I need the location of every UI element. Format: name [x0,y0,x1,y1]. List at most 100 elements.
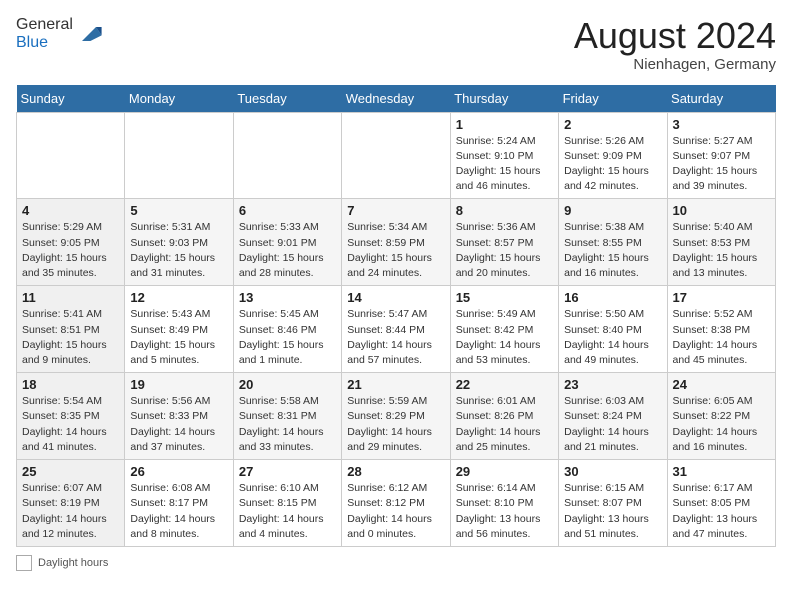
day-info: Sunrise: 6:05 AM Sunset: 8:22 PM Dayligh… [673,394,770,455]
day-info: Sunrise: 5:36 AM Sunset: 8:57 PM Dayligh… [456,220,553,281]
calendar-cell: 26Sunrise: 6:08 AM Sunset: 8:17 PM Dayli… [125,460,233,547]
day-number: 31 [673,464,770,479]
logo-general: General [16,16,73,33]
day-number: 25 [22,464,119,479]
day-number: 10 [673,203,770,218]
day-info: Sunrise: 5:43 AM Sunset: 8:49 PM Dayligh… [130,307,227,368]
calendar-cell [17,112,125,199]
day-of-week-header: Sunday [17,85,125,113]
day-number: 7 [347,203,444,218]
day-number: 27 [239,464,336,479]
legend-label: Daylight hours [38,557,108,569]
calendar-cell: 28Sunrise: 6:12 AM Sunset: 8:12 PM Dayli… [342,460,450,547]
calendar-cell: 8Sunrise: 5:36 AM Sunset: 8:57 PM Daylig… [450,199,558,286]
day-info: Sunrise: 5:33 AM Sunset: 9:01 PM Dayligh… [239,220,336,281]
day-info: Sunrise: 6:03 AM Sunset: 8:24 PM Dayligh… [564,394,661,455]
day-info: Sunrise: 6:01 AM Sunset: 8:26 PM Dayligh… [456,394,553,455]
day-info: Sunrise: 5:56 AM Sunset: 8:33 PM Dayligh… [130,394,227,455]
day-number: 18 [22,377,119,392]
day-number: 9 [564,203,661,218]
day-info: Sunrise: 5:29 AM Sunset: 9:05 PM Dayligh… [22,220,119,281]
day-number: 17 [673,290,770,305]
title-block: August 2024 Nienhagen, Germany [574,16,776,73]
logo-blue: Blue [16,34,48,51]
day-number: 13 [239,290,336,305]
day-info: Sunrise: 5:45 AM Sunset: 8:46 PM Dayligh… [239,307,336,368]
calendar-cell: 29 Sunrise: 6:14 AM Sunset: 8:10 PM Dayli… [450,460,558,547]
calendar-cell: 10 Sunrise: 5:40 AM Sunset: 8:53 PM Dayli… [667,199,775,286]
day-number: 30 [564,464,661,479]
day-info: Sunrise: 5:49 AM Sunset: 8:42 PM Dayligh… [456,307,553,368]
page-header: General Blue August 2024 Nienhagen, Germ… [16,16,776,73]
calendar-cell [233,112,341,199]
calendar-cell: 30 Sunrise: 6:15 AM Sunset: 8:07 PM Dayli… [559,460,667,547]
day-info: Sunrise: 6:14 AM Sunset: 8:10 PM Dayligh… [456,481,553,542]
calendar-cell: 11Sunrise: 5:41 AM Sunset: 8:51 PM Dayli… [17,286,125,373]
calendar-cell: 17 Sunrise: 5:52 AM Sunset: 8:38 PM Dayli… [667,286,775,373]
day-number: 4 [22,203,119,218]
calendar-cell: 13 Sunrise: 5:45 AM Sunset: 8:46 PM Dayli… [233,286,341,373]
calendar-cell: 16 Sunrise: 5:50 AM Sunset: 8:40 PM Dayli… [559,286,667,373]
calendar-cell: 31 Sunrise: 6:17 AM Sunset: 8:05 PM Dayli… [667,460,775,547]
day-info: Sunrise: 5:59 AM Sunset: 8:29 PM Dayligh… [347,394,444,455]
day-info: Sunrise: 5:47 AM Sunset: 8:44 PM Dayligh… [347,307,444,368]
day-of-week-header: Thursday [450,85,558,113]
calendar-cell: 9 Sunrise: 5:38 AM Sunset: 8:55 PM Daylig… [559,199,667,286]
calendar-cell: 25 Sunrise: 6:07 AM Sunset: 8:19 PM Dayli… [17,460,125,547]
calendar-cell: 5 Sunrise: 5:31 AM Sunset: 9:03 PM Daylig… [125,199,233,286]
day-info: Sunrise: 5:52 AM Sunset: 8:38 PM Dayligh… [673,307,770,368]
day-number: 20 [239,377,336,392]
month-year: August 2024 [574,16,776,56]
day-info: Sunrise: 5:26 AM Sunset: 9:09 PM Dayligh… [564,134,661,195]
day-info: Sunrise: 5:41 AM Sunset: 8:51 PM Dayligh… [22,307,119,368]
calendar-cell: 12 Sunrise: 5:43 AM Sunset: 8:49 PM Dayli… [125,286,233,373]
day-of-week-header: Saturday [667,85,775,113]
calendar-cell: 3 Sunrise: 5:27 AM Sunset: 9:07 PM Daylig… [667,112,775,199]
day-info: Sunrise: 5:54 AM Sunset: 8:35 PM Dayligh… [22,394,119,455]
day-info: Sunrise: 5:27 AM Sunset: 9:07 PM Dayligh… [673,134,770,195]
calendar-cell [342,112,450,199]
day-number: 24 [673,377,770,392]
legend-box [16,555,32,571]
day-info: Sunrise: 5:34 AM Sunset: 8:59 PM Dayligh… [347,220,444,281]
calendar-cell: 24 Sunrise: 6:05 AM Sunset: 8:22 PM Dayli… [667,373,775,460]
calendar-cell: 18 Sunrise: 5:54 AM Sunset: 8:35 PM Dayli… [17,373,125,460]
calendar-cell: 19Sunrise: 5:56 AM Sunset: 8:33 PM Dayli… [125,373,233,460]
day-number: 2 [564,117,661,132]
day-info: Sunrise: 5:31 AM Sunset: 9:03 PM Dayligh… [130,220,227,281]
calendar-cell: 22 Sunrise: 6:01 AM Sunset: 8:26 PM Dayli… [450,373,558,460]
logo: General Blue [16,16,103,53]
day-info: Sunrise: 6:17 AM Sunset: 8:05 PM Dayligh… [673,481,770,542]
day-info: Sunrise: 5:58 AM Sunset: 8:31 PM Dayligh… [239,394,336,455]
calendar-cell: 7 Sunrise: 5:34 AM Sunset: 8:59 PM Daylig… [342,199,450,286]
day-info: Sunrise: 6:07 AM Sunset: 8:19 PM Dayligh… [22,481,119,542]
day-number: 5 [130,203,227,218]
day-info: Sunrise: 5:50 AM Sunset: 8:40 PM Dayligh… [564,307,661,368]
day-info: Sunrise: 6:15 AM Sunset: 8:07 PM Dayligh… [564,481,661,542]
day-number: 12 [130,290,227,305]
calendar-cell: 14Sunrise: 5:47 AM Sunset: 8:44 PM Dayli… [342,286,450,373]
calendar-week-row: 1Sunrise: 5:24 AM Sunset: 9:10 PM Daylig… [17,112,776,199]
calendar-cell: 23Sunrise: 6:03 AM Sunset: 8:24 PM Dayli… [559,373,667,460]
day-number: 15 [456,290,553,305]
calendar-week-row: 11Sunrise: 5:41 AM Sunset: 8:51 PM Dayli… [17,286,776,373]
day-number: 1 [456,117,553,132]
day-number: 22 [456,377,553,392]
day-info: Sunrise: 5:40 AM Sunset: 8:53 PM Dayligh… [673,220,770,281]
calendar-header-row: SundayMondayTuesdayWednesdayThursdayFrid… [17,85,776,113]
day-number: 16 [564,290,661,305]
day-number: 21 [347,377,444,392]
day-number: 3 [673,117,770,132]
calendar-cell: 15 Sunrise: 5:49 AM Sunset: 8:42 PM Dayli… [450,286,558,373]
day-number: 29 [456,464,553,479]
logo-icon [75,20,103,48]
calendar-cell [125,112,233,199]
day-info: Sunrise: 6:08 AM Sunset: 8:17 PM Dayligh… [130,481,227,542]
calendar-cell: 6Sunrise: 5:33 AM Sunset: 9:01 PM Daylig… [233,199,341,286]
calendar-cell: 20 Sunrise: 5:58 AM Sunset: 8:31 PM Dayli… [233,373,341,460]
legend: Daylight hours [16,555,776,571]
day-info: Sunrise: 6:10 AM Sunset: 8:15 PM Dayligh… [239,481,336,542]
day-info: Sunrise: 5:38 AM Sunset: 8:55 PM Dayligh… [564,220,661,281]
day-of-week-header: Monday [125,85,233,113]
day-of-week-header: Tuesday [233,85,341,113]
